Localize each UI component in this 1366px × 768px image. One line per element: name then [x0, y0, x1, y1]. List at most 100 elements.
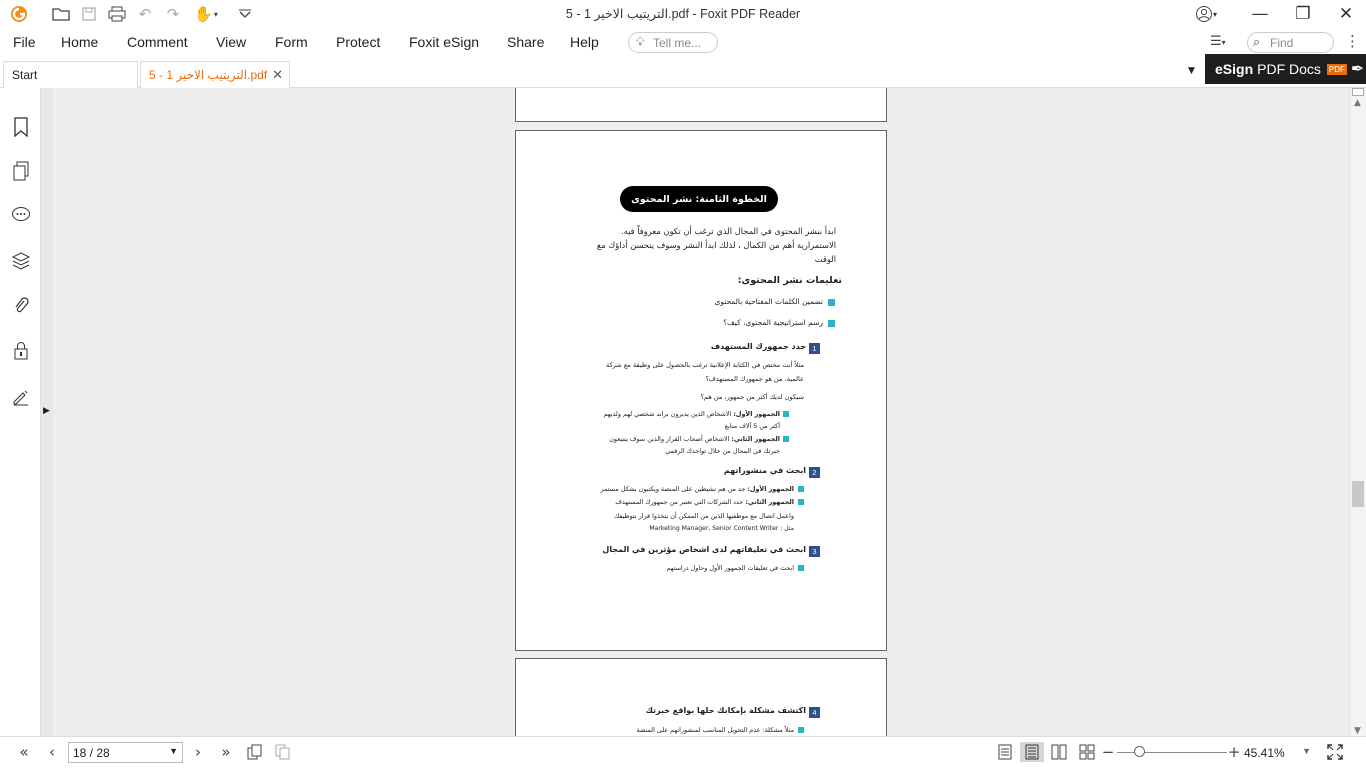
step1-bullet-1-label: الجمهور الأول:: [733, 410, 780, 418]
restore-button[interactable]: ❐: [1283, 2, 1323, 26]
next-view-icon[interactable]: [272, 742, 294, 762]
page-number-input[interactable]: 18 / 28 ▼: [68, 742, 183, 763]
window-title: 5 - التريتيب الاخير 1.pdf - Foxit PDF Re…: [565, 7, 801, 21]
scroll-up-icon[interactable]: ▲: [1354, 98, 1361, 108]
vertical-scrollbar[interactable]: ▲ ▼: [1349, 88, 1366, 736]
instruction-2: رسم استراتيجية المحتوى، كيف؟: [723, 318, 823, 327]
close-window-button[interactable]: ✕: [1326, 2, 1366, 26]
pen-icon: ✒: [1350, 61, 1365, 78]
zoom-slider-knob[interactable]: [1134, 746, 1145, 757]
step1-line-3: سيكون لديك أكثر من جمهور، من هم؟: [700, 393, 804, 401]
comments-icon[interactable]: [10, 204, 32, 226]
lightbulb-icon: 💡︎: [636, 35, 645, 49]
step2-extra-2: مثل : Marketing Manager, Senior Content …: [649, 525, 794, 532]
minimize-button[interactable]: —: [1240, 2, 1280, 26]
previous-view-icon[interactable]: [244, 742, 266, 762]
menu-share[interactable]: Share: [507, 34, 544, 50]
menu-protect[interactable]: Protect: [336, 34, 380, 50]
page-current: الخطوة الثامنة: نشر المحتوى ابدأ بنشر ال…: [515, 130, 887, 651]
next-page-icon[interactable]: ›: [188, 742, 208, 762]
signature-icon[interactable]: [10, 386, 32, 408]
fullscreen-icon[interactable]: [1324, 742, 1346, 762]
tell-me-placeholder: Tell me...: [653, 35, 702, 50]
step1-bullet-2-cont: خبرتك في المجال من خلال تواجدك الرقمي: [665, 447, 780, 455]
step2-bullet-1-label: الجمهور الأول:: [747, 485, 794, 493]
continuous-facing-icon[interactable]: [1076, 742, 1098, 762]
tab-document[interactable]: 5 - التريتيب الاخير 1.pdf ✕: [140, 61, 290, 88]
step2-extra-1: واعمل اتصال مع موظفيها الذين من الممكن أ…: [613, 512, 794, 520]
security-icon[interactable]: [10, 340, 32, 362]
first-page-icon[interactable]: «: [12, 742, 36, 762]
document-viewport[interactable]: الخطوة الثامنة: نشر المحتوى ابدأ بنشر ال…: [53, 88, 1349, 736]
single-page-icon[interactable]: [994, 742, 1016, 762]
menu-file[interactable]: File: [13, 34, 36, 50]
menu-home[interactable]: Home: [61, 34, 98, 50]
step-number-2: 2: [809, 467, 820, 478]
menu-foxit-esign[interactable]: Foxit eSign: [409, 34, 479, 50]
title-bar: ↶ ↷ ✋ ▾ 5 - التريتيب الاخير 1.pdf - Foxit…: [0, 0, 1366, 28]
facing-icon[interactable]: [1048, 742, 1070, 762]
step3-title: ابحث في تعليقاتهم لدى اشخاص مؤثرين في ال…: [602, 545, 806, 554]
menu-view[interactable]: View: [216, 34, 246, 50]
bullet-marker: [798, 727, 804, 733]
step4-title: اكتشف مشكلة بإمكانك حلها بواقع خبرتك: [645, 706, 806, 715]
layers-icon[interactable]: [10, 250, 32, 272]
intro-line-1: ابدأ بنشر المحتوى في المجال الذي ترغب أن…: [621, 226, 836, 236]
bullet-marker: [783, 436, 789, 442]
zoom-dropdown-icon[interactable]: ▼: [1302, 746, 1311, 756]
page-dropdown-icon[interactable]: ▼: [169, 746, 178, 756]
esign-banner[interactable]: eSign PDF Docs PDF ✒: [1205, 54, 1366, 84]
search-options-icon[interactable]: ☰▾: [1210, 34, 1226, 49]
step2-bullet-2-label: الجمهور الثاني:: [745, 498, 794, 506]
esign-rest: PDF Docs: [1257, 61, 1321, 77]
page-indicator: 18 / 28: [73, 745, 110, 760]
intro-line-2: الاستمرارية أهم من الكمال ، لذلك ابدأ ال…: [596, 240, 836, 250]
continuous-icon[interactable]: [1020, 742, 1044, 762]
panel-expander[interactable]: ▶: [41, 88, 53, 736]
step4-bullet: مثلاً مشكلة: عدم التحويل المناسب لمنشورا…: [636, 726, 794, 734]
step1-bullet-2: الجمهور الثاني: الاشخاص أصحاب القرار وال…: [609, 435, 780, 443]
pages-icon[interactable]: [10, 160, 32, 182]
prev-page-icon[interactable]: ‹: [42, 742, 62, 762]
more-options-icon[interactable]: ⋮: [1345, 32, 1360, 50]
account-icon[interactable]: ▾: [1186, 2, 1226, 26]
tell-me-input[interactable]: 💡︎ Tell me...: [628, 32, 718, 53]
status-bar: « ‹ 18 / 28 ▼ › » − + 45.41% ▼: [0, 736, 1366, 768]
bullet-marker: [783, 411, 789, 417]
zoom-in-icon[interactable]: +: [1226, 742, 1242, 762]
step-number-3: 3: [809, 546, 820, 557]
step1-bullet-1: الجمهور الأول: الاشخاص الذين يديرون بران…: [604, 410, 780, 418]
menu-help[interactable]: Help: [570, 34, 599, 50]
instruction-1: تضمين الكلمات المفتاحية بالمحتوى: [714, 297, 823, 306]
instructions-title: تعليمات نشر المحتوى:: [737, 275, 842, 286]
find-input[interactable]: ⌕ Find: [1247, 32, 1334, 53]
attachments-icon[interactable]: [10, 295, 32, 317]
tab-list-dropdown-icon[interactable]: ▼: [1188, 66, 1195, 76]
menu-form[interactable]: Form: [275, 34, 308, 50]
step-number-4: 4: [809, 707, 820, 718]
search-icon: ⌕: [1253, 34, 1261, 49]
step2-bullet-1: الجمهور الأول: جد من هم نشيطين على المنص…: [600, 485, 794, 493]
tab-start[interactable]: Start: [3, 61, 138, 88]
scroll-down-icon[interactable]: ▼: [1354, 726, 1361, 736]
bullet-marker: [828, 299, 835, 306]
step1-line-2: عالمية، من هو جمهورك المستهدف؟: [705, 375, 804, 383]
menu-comment[interactable]: Comment: [127, 34, 188, 50]
tab-bar: Start 5 - التريتيب الاخير 1.pdf ✕ ▼: [0, 58, 1366, 88]
close-tab-icon[interactable]: ✕: [272, 67, 283, 83]
zoom-level-select[interactable]: 45.41% ▼: [1241, 742, 1315, 763]
scroll-thumb[interactable]: [1352, 481, 1364, 507]
zoom-out-icon[interactable]: −: [1100, 742, 1116, 762]
expand-arrow-icon[interactable]: ▶: [43, 406, 50, 416]
page-previous: [515, 88, 887, 122]
split-handle[interactable]: [1352, 88, 1364, 96]
last-page-icon[interactable]: »: [214, 742, 238, 762]
step-number-1: 1: [809, 343, 820, 354]
bullet-marker: [798, 499, 804, 505]
step2-title: ابحث في منشوراتهم: [723, 466, 806, 475]
intro-line-3: الوقت: [814, 254, 836, 264]
step1-title: حدد جمهورك المستهدف: [710, 342, 806, 351]
step-heading: الخطوة الثامنة: نشر المحتوى: [620, 186, 778, 212]
step3-bullet: ابحث في تعليقات الجمهور الأول وحاول دراس…: [666, 564, 794, 572]
bookmark-icon[interactable]: [10, 116, 32, 138]
